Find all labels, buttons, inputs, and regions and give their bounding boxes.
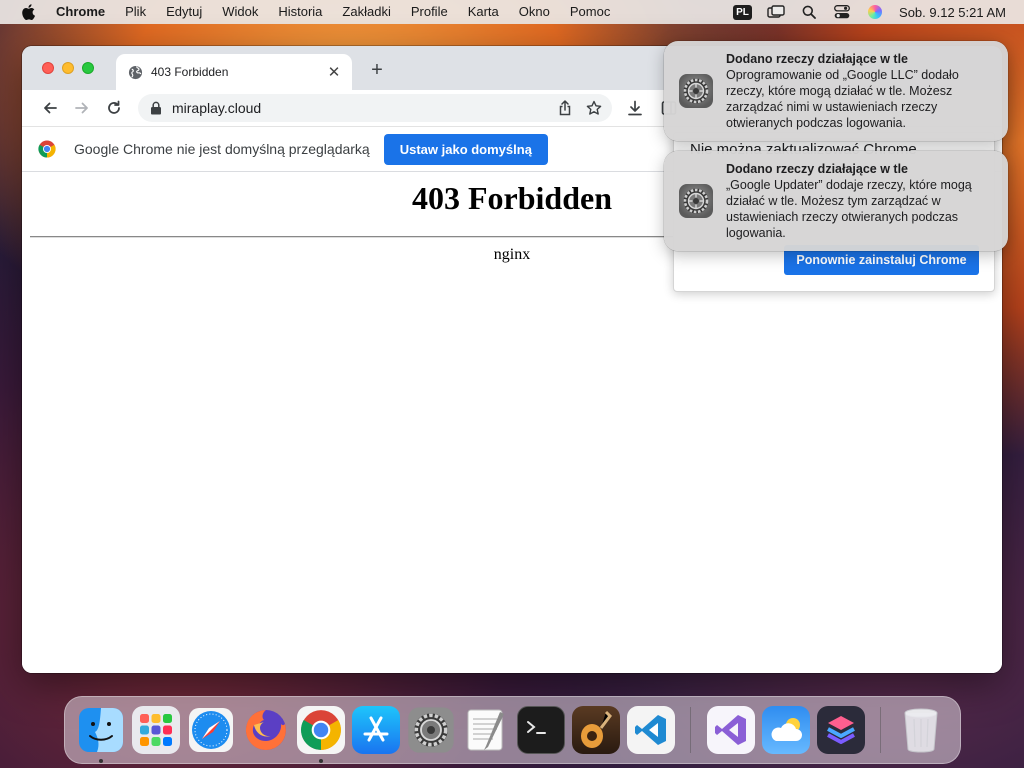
notification-title: Dodano rzeczy działające w tle bbox=[726, 162, 909, 176]
minimize-window-button[interactable] bbox=[62, 62, 74, 74]
finder-icon bbox=[78, 708, 123, 752]
menu-plik[interactable]: Plik bbox=[115, 0, 156, 24]
infobar-text: Google Chrome nie jest domyślną przegląd… bbox=[74, 141, 370, 157]
menu-zakladki[interactable]: Zakładki bbox=[332, 0, 400, 24]
globe-icon bbox=[128, 65, 143, 80]
arrow-right-icon bbox=[75, 102, 88, 114]
dock-textedit[interactable] bbox=[462, 706, 510, 754]
forward-button[interactable] bbox=[66, 94, 98, 122]
dock-finder[interactable] bbox=[77, 706, 125, 763]
dock-separator bbox=[880, 707, 881, 753]
dock-visual-studio[interactable] bbox=[706, 706, 755, 754]
dock-system-settings[interactable] bbox=[407, 706, 455, 754]
weather-cloud-icon bbox=[771, 718, 802, 741]
new-tab-button[interactable]: + bbox=[366, 59, 388, 82]
terminal-icon bbox=[526, 721, 546, 734]
dock-garageband[interactable] bbox=[571, 706, 620, 754]
dock-separator bbox=[690, 707, 691, 753]
dock-trash[interactable] bbox=[897, 706, 945, 754]
system-settings-gear-icon bbox=[678, 183, 714, 219]
notification-body: „Google Updater” dodaje rzeczy, które mo… bbox=[726, 178, 972, 240]
control-center-icon[interactable] bbox=[825, 0, 858, 24]
visual-studio-icon bbox=[714, 715, 746, 745]
close-window-button[interactable] bbox=[42, 62, 54, 74]
safari-compass-icon bbox=[188, 708, 233, 752]
set-default-browser-button[interactable]: Ustaw jako domyślną bbox=[383, 133, 548, 165]
running-indicator bbox=[318, 759, 323, 763]
dock-terminal[interactable] bbox=[516, 706, 565, 754]
launchpad-icon bbox=[139, 714, 172, 746]
download-icon[interactable] bbox=[618, 94, 652, 122]
dock-weather[interactable] bbox=[761, 706, 810, 754]
siri-icon[interactable] bbox=[858, 0, 891, 24]
trash-icon bbox=[904, 708, 937, 753]
menu-okno[interactable]: Okno bbox=[509, 0, 560, 24]
chrome-logo-icon bbox=[38, 140, 56, 158]
menu-pomoc[interactable]: Pomoc bbox=[560, 0, 620, 24]
back-button[interactable] bbox=[34, 94, 66, 122]
spotlight-search-icon[interactable] bbox=[792, 0, 825, 24]
dock-visual-studio-code[interactable] bbox=[626, 706, 675, 754]
menu-bar: Chrome Plik Edytuj Widok Historia Zakład… bbox=[0, 0, 1024, 24]
menu-edytuj[interactable]: Edytuj bbox=[156, 0, 212, 24]
dock-safari[interactable] bbox=[187, 706, 235, 754]
address-url[interactable]: miraplay.cloud bbox=[172, 100, 544, 116]
tab-title: 403 Forbidden bbox=[151, 65, 229, 79]
reload-button[interactable] bbox=[98, 94, 130, 122]
firefox-icon bbox=[245, 709, 286, 750]
bookmark-star-icon[interactable] bbox=[586, 100, 602, 116]
arrow-left-icon bbox=[44, 102, 57, 114]
vscode-icon bbox=[634, 715, 666, 745]
input-source-badge: PL bbox=[733, 4, 752, 20]
menu-widok[interactable]: Widok bbox=[212, 0, 268, 24]
tab-close-icon[interactable]: ✕ bbox=[326, 63, 342, 81]
textedit-icon bbox=[467, 709, 504, 751]
app-store-icon bbox=[363, 716, 388, 742]
dock-launchpad[interactable] bbox=[131, 706, 180, 754]
notification-body: Oprogramowanie od „Google LLC” dodało rz… bbox=[726, 68, 959, 130]
lock-icon[interactable] bbox=[150, 101, 162, 115]
input-source-menu[interactable]: PL bbox=[726, 0, 759, 24]
notification-background-items-google-llc[interactable]: Dodano rzeczy działające w tle Oprogramo… bbox=[664, 41, 1008, 141]
running-indicator bbox=[98, 759, 103, 763]
notification-title: Dodano rzeczy działające w tle bbox=[726, 52, 909, 66]
dock-google-chrome[interactable] bbox=[296, 706, 345, 763]
dock-app-store[interactable] bbox=[351, 706, 400, 754]
zoom-window-button[interactable] bbox=[82, 62, 94, 74]
shortcuts-icon bbox=[826, 716, 855, 744]
system-settings-gear-icon bbox=[407, 707, 454, 753]
menu-historia[interactable]: Historia bbox=[268, 0, 332, 24]
chrome-icon bbox=[300, 710, 341, 750]
dock-shortcuts[interactable] bbox=[816, 706, 865, 754]
tab-403-forbidden[interactable]: 403 Forbidden ✕ bbox=[116, 54, 352, 90]
address-bar[interactable]: miraplay.cloud bbox=[138, 94, 612, 122]
menu-bar-clock[interactable]: Sob. 9.12 5:21 AM bbox=[891, 5, 1024, 20]
share-icon[interactable] bbox=[558, 100, 572, 116]
guitar-icon bbox=[580, 710, 612, 748]
dock bbox=[64, 696, 961, 764]
screen-mirroring-icon[interactable] bbox=[759, 0, 792, 24]
notification-background-items-google-updater[interactable]: Dodano rzeczy działające w tle „Google U… bbox=[664, 151, 1008, 251]
apple-menu-icon[interactable] bbox=[16, 4, 40, 20]
menu-karta[interactable]: Karta bbox=[458, 0, 509, 24]
menu-app-name[interactable]: Chrome bbox=[46, 0, 115, 24]
reload-icon bbox=[108, 100, 120, 114]
dock-firefox[interactable] bbox=[242, 706, 290, 754]
system-settings-gear-icon bbox=[678, 73, 714, 109]
menu-profile[interactable]: Profile bbox=[401, 0, 458, 24]
